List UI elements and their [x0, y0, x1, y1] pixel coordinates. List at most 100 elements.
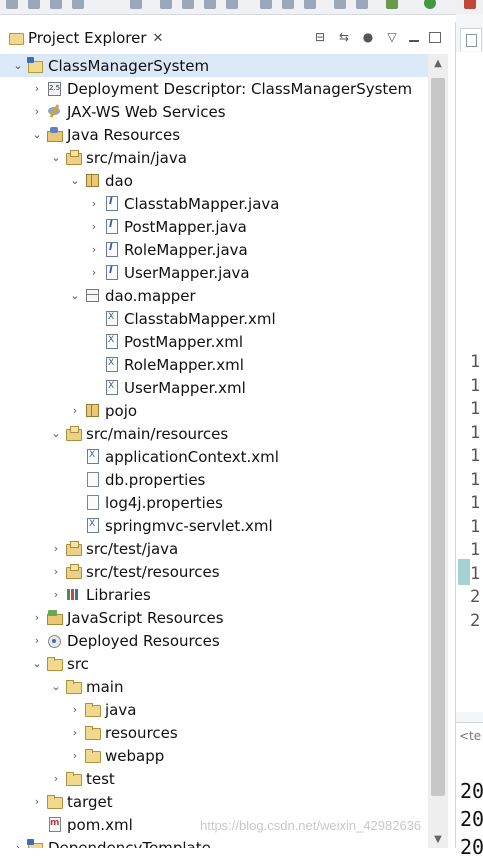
tree-item[interactable]: RoleMapper.xml [0, 353, 428, 376]
libraries-icon [65, 586, 81, 602]
editor-pane[interactable]: 1 1 1 1 1 1 1 1 1 1 2 2 [456, 52, 483, 712]
tree-item[interactable]: › pojo [0, 399, 428, 422]
save-all-icon[interactable] [50, 0, 62, 9]
bug-icon[interactable] [386, 0, 398, 9]
tree-item[interactable]: › test [0, 767, 428, 790]
tree-item[interactable]: › UserMapper.java [0, 261, 428, 284]
tree-item[interactable]: log4j.properties [0, 491, 428, 514]
project-explorer-tab[interactable]: Project Explorer ✕ [4, 26, 167, 50]
debug-icon[interactable] [182, 0, 194, 9]
search-icon[interactable] [130, 0, 142, 9]
chevron-right-icon[interactable]: › [50, 565, 62, 578]
tree-item[interactable]: › Deployed Resources [0, 629, 428, 652]
tree-item[interactable]: › PostMapper.java [0, 215, 428, 238]
scrollbar-thumb[interactable] [431, 78, 445, 796]
open-resource-icon[interactable] [356, 0, 368, 9]
chevron-right-icon[interactable]: › [50, 772, 62, 785]
save-icon[interactable] [28, 0, 40, 9]
tree-item[interactable]: › Libraries [0, 583, 428, 606]
tree-item[interactable]: ⌄ src [0, 652, 428, 675]
chevron-right-icon[interactable]: › [69, 404, 81, 417]
package-icon [84, 402, 100, 418]
chevron-right-icon[interactable]: › [50, 542, 62, 555]
tree-item[interactable]: ⌄ dao.mapper [0, 284, 428, 307]
tree-item[interactable]: › src/test/java [0, 537, 428, 560]
tree-item[interactable]: UserMapper.xml [0, 376, 428, 399]
tree-item[interactable]: › src/test/resources [0, 560, 428, 583]
tree-item[interactable]: applicationContext.xml [0, 445, 428, 468]
file-icon [84, 494, 100, 510]
tree-item[interactable]: ⌄ main [0, 675, 428, 698]
chevron-right-icon[interactable]: › [31, 634, 43, 647]
tree-item[interactable]: PostMapper.xml [0, 330, 428, 353]
chevron-down-icon[interactable]: ⌄ [69, 174, 81, 187]
chevron-right-icon[interactable]: › [69, 749, 81, 762]
chevron-down-icon[interactable]: ⌄ [31, 657, 43, 670]
tree-item[interactable]: ⌄ src/main/resources [0, 422, 428, 445]
refresh-icon[interactable] [282, 0, 294, 9]
chevron-right-icon[interactable]: › [88, 220, 100, 233]
chevron-down-icon[interactable]: ⌄ [50, 680, 62, 693]
view-menu-icon[interactable]: ▽ [385, 30, 399, 44]
tree-item[interactable]: ⌄ ClassManagerSystem [0, 54, 428, 77]
chevron-down-icon[interactable]: ⌄ [50, 151, 62, 164]
tree-item[interactable]: ClasstabMapper.xml [0, 307, 428, 330]
tree-item[interactable]: › ClasstabMapper.java [0, 192, 428, 215]
chevron-down-icon[interactable]: ⌄ [31, 128, 43, 141]
console-tab[interactable]: <te [459, 729, 481, 743]
tree-item-label: applicationContext.xml [105, 447, 279, 466]
server-icon[interactable] [204, 0, 216, 9]
chevron-right-icon[interactable]: › [31, 82, 43, 95]
new-icon[interactable] [6, 0, 18, 9]
open-type-icon[interactable] [334, 0, 346, 9]
tree-item[interactable]: ⌄ src/main/java [0, 146, 428, 169]
deploy-icon[interactable] [304, 0, 316, 9]
tree-item[interactable]: › JavaScript Resources [0, 606, 428, 629]
chevron-right-icon[interactable]: › [69, 726, 81, 739]
chevron-right-icon[interactable]: › [88, 243, 100, 256]
deployed-resources-icon [46, 632, 62, 648]
tree-item[interactable]: springmvc-servlet.xml [0, 514, 428, 537]
chevron-right-icon[interactable]: › [88, 266, 100, 279]
maximize-icon[interactable] [429, 31, 441, 43]
console-pane[interactable]: <te 20 20 20 [456, 722, 483, 859]
collapse-all-icon[interactable]: ⊟ [313, 30, 327, 44]
chevron-right-icon[interactable]: › [69, 703, 81, 716]
scroll-up-icon[interactable]: ▲ [428, 54, 448, 72]
tree-item[interactable]: ⌄ dao [0, 169, 428, 192]
tree-item[interactable]: › java [0, 698, 428, 721]
tree-item[interactable]: › JAX-WS Web Services [0, 100, 428, 123]
link-with-editor-icon[interactable]: ⇆ [337, 30, 351, 44]
chevron-right-icon[interactable]: › [12, 841, 24, 848]
chevron-right-icon[interactable]: › [31, 611, 43, 624]
chevron-down-icon[interactable]: ⌄ [50, 427, 62, 440]
tree-item[interactable]: › DependencyTemplate [0, 836, 428, 848]
filter-icon[interactable]: ● [361, 30, 375, 44]
close-view-icon[interactable]: ✕ [153, 31, 164, 46]
minimize-icon[interactable] [409, 32, 419, 42]
tree-item[interactable]: › target [0, 790, 428, 813]
tree-item[interactable]: ⌄ Java Resources [0, 123, 428, 146]
chevron-down-icon[interactable]: ⌄ [69, 289, 81, 302]
chevron-right-icon[interactable]: › [31, 105, 43, 118]
run-icon[interactable] [160, 0, 172, 9]
tree-scrollbar[interactable]: ▲ ▼ [428, 54, 448, 848]
chevron-right-icon[interactable]: › [88, 197, 100, 210]
tree-item[interactable]: db.properties [0, 468, 428, 491]
chevron-right-icon[interactable]: › [50, 588, 62, 601]
tree-item[interactable]: › webapp [0, 744, 428, 767]
tree-item[interactable]: › RoleMapper.java [0, 238, 428, 261]
print-icon[interactable] [72, 0, 84, 9]
external-tools-icon[interactable] [464, 0, 476, 9]
stop-icon[interactable] [226, 0, 238, 9]
chevron-right-icon[interactable]: › [31, 795, 43, 808]
play-icon[interactable] [424, 0, 436, 9]
link-icon[interactable] [260, 0, 272, 9]
view-title: Project Explorer [28, 29, 147, 47]
scroll-down-icon[interactable]: ▼ [428, 830, 448, 848]
editor-tab[interactable] [460, 28, 482, 51]
folder-icon [46, 793, 63, 809]
chevron-down-icon[interactable]: ⌄ [12, 59, 24, 72]
tree-item[interactable]: › resources [0, 721, 428, 744]
tree-item[interactable]: › Deployment Descriptor: ClassManagerSyst… [0, 77, 428, 100]
